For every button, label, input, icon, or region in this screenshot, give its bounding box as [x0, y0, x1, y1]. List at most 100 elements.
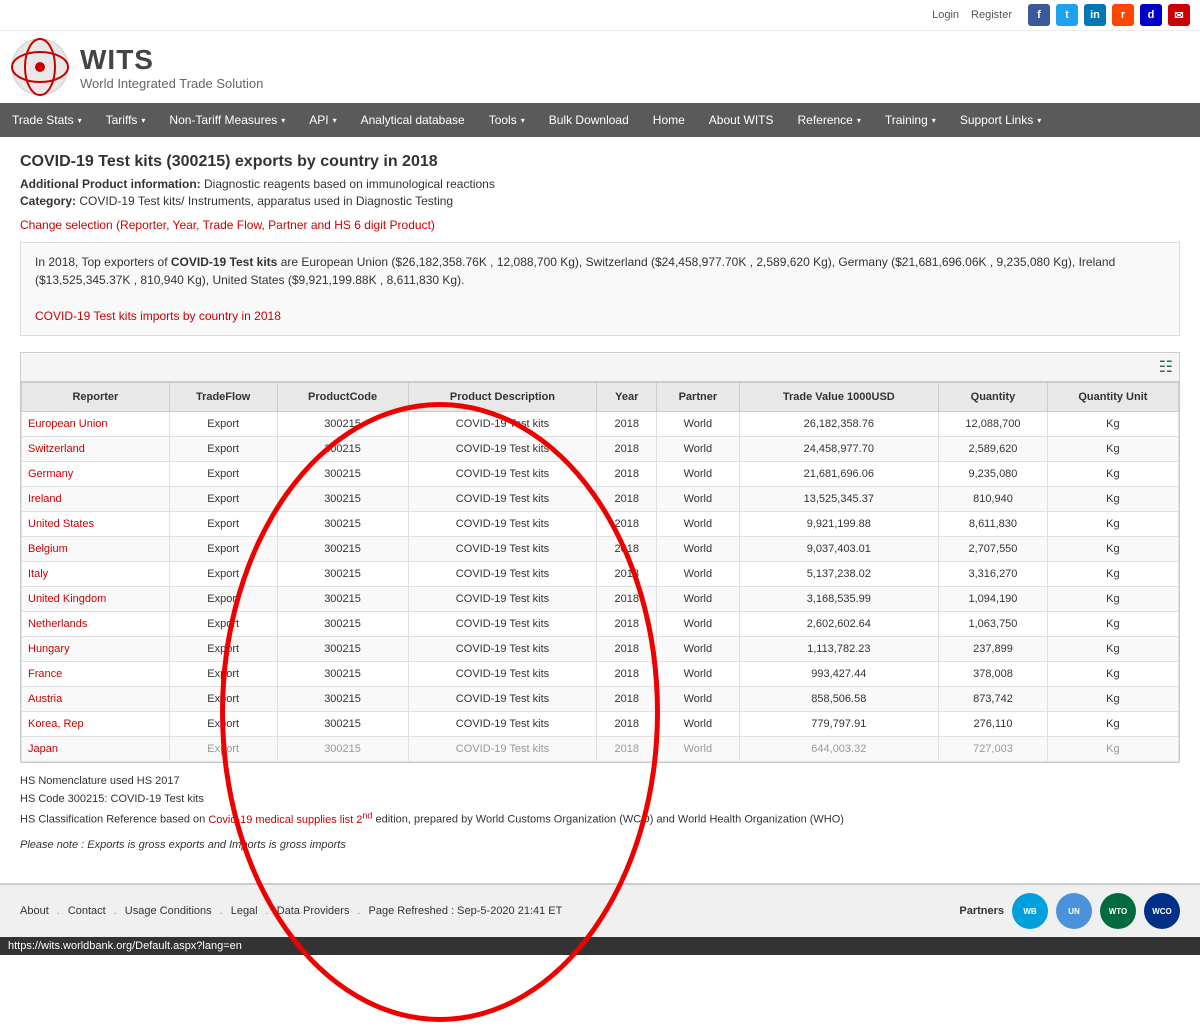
- nav-item-tariffs[interactable]: Tariffs▾: [94, 103, 158, 137]
- table-cell: 300215: [277, 412, 408, 437]
- reporter-link[interactable]: Netherlands: [28, 618, 87, 630]
- table-cell[interactable]: France: [22, 662, 170, 687]
- reddit-icon[interactable]: r: [1112, 4, 1134, 26]
- table-cell: Export: [169, 737, 277, 762]
- reporter-link[interactable]: United Kingdom: [28, 593, 106, 605]
- table-cell[interactable]: United States: [22, 512, 170, 537]
- reporter-link[interactable]: Ireland: [28, 493, 62, 505]
- login-link[interactable]: Login: [932, 9, 959, 21]
- table-cell: World: [657, 437, 739, 462]
- table-cell[interactable]: Japan: [22, 737, 170, 762]
- reporter-link[interactable]: France: [28, 668, 62, 680]
- imports-link[interactable]: COVID-19 Test kits imports by country in…: [35, 309, 281, 323]
- register-link[interactable]: Register: [971, 9, 1012, 21]
- footnote-line3: HS Classification Reference based on Cov…: [20, 808, 1180, 829]
- nav-item-analytical-database[interactable]: Analytical database: [349, 103, 477, 137]
- table-cell: World: [657, 487, 739, 512]
- table-cell: 2018: [597, 437, 657, 462]
- table-cell: 300215: [277, 562, 408, 587]
- change-selection-link[interactable]: Change selection (Reporter, Year, Trade …: [20, 218, 1180, 232]
- table-cell: 993,427.44: [739, 662, 939, 687]
- table-cell: 1,063,750: [939, 612, 1048, 637]
- table-cell[interactable]: Belgium: [22, 537, 170, 562]
- table-cell[interactable]: Netherlands: [22, 612, 170, 637]
- table-cell: Kg: [1047, 587, 1178, 612]
- table-cell: 858,506.58: [739, 687, 939, 712]
- nav-item-bulk-download[interactable]: Bulk Download: [537, 103, 641, 137]
- reporter-link[interactable]: United States: [28, 518, 94, 530]
- reporter-link[interactable]: Italy: [28, 568, 48, 580]
- table-cell[interactable]: Austria: [22, 687, 170, 712]
- nav-item-reference[interactable]: Reference▾: [785, 103, 872, 137]
- table-cell: COVID-19 Test kits: [408, 512, 597, 537]
- nav-item-training[interactable]: Training▾: [873, 103, 948, 137]
- table-cell: 237,899: [939, 637, 1048, 662]
- table-cell: Export: [169, 637, 277, 662]
- table-cell: 9,921,199.88: [739, 512, 939, 537]
- table-header-row: ReporterTradeFlowProductCodeProduct Desc…: [22, 383, 1179, 412]
- delicious-icon[interactable]: d: [1140, 4, 1162, 26]
- reporter-link[interactable]: Hungary: [28, 643, 70, 655]
- nav-item-non-tariff-measures[interactable]: Non-Tariff Measures▾: [157, 103, 297, 137]
- category-label: Category:: [20, 194, 76, 208]
- reporter-link[interactable]: Germany: [28, 468, 73, 480]
- nav-item-tools[interactable]: Tools▾: [477, 103, 537, 137]
- table-cell[interactable]: Germany: [22, 462, 170, 487]
- summary-text1: In 2018, Top exporters of: [35, 255, 171, 269]
- nav-item-about-wits[interactable]: About WITS: [697, 103, 786, 137]
- facebook-icon[interactable]: f: [1028, 4, 1050, 26]
- excel-export-icon[interactable]: ☷: [1159, 357, 1173, 377]
- table-cell: Export: [169, 712, 277, 737]
- footer-link-contact[interactable]: Contact: [68, 905, 106, 917]
- table-cell[interactable]: Italy: [22, 562, 170, 587]
- footer-link-about[interactable]: About: [20, 905, 49, 917]
- col-header-productcode: ProductCode: [277, 383, 408, 412]
- trade-data-table: ReporterTradeFlowProductCodeProduct Desc…: [21, 382, 1179, 762]
- table-cell: 2018: [597, 412, 657, 437]
- table-row: SwitzerlandExport300215COVID-19 Test kit…: [22, 437, 1179, 462]
- table-cell[interactable]: European Union: [22, 412, 170, 437]
- reporter-link[interactable]: Japan: [28, 743, 58, 755]
- footer-link-data-providers[interactable]: Data Providers: [277, 905, 350, 917]
- email-icon[interactable]: ✉: [1168, 4, 1190, 26]
- data-table-container: ☷ ReporterTradeFlowProductCodeProduct De…: [20, 352, 1180, 763]
- table-cell[interactable]: Korea, Rep: [22, 712, 170, 737]
- col-header-trade-value-1000usd: Trade Value 1000USD: [739, 383, 939, 412]
- col-header-year: Year: [597, 383, 657, 412]
- wits-logo[interactable]: [10, 37, 70, 97]
- linkedin-icon[interactable]: in: [1084, 4, 1106, 26]
- table-cell: World: [657, 662, 739, 687]
- footer-link-legal[interactable]: Legal: [231, 905, 258, 917]
- table-cell: 2,589,620: [939, 437, 1048, 462]
- footer-link-usage-conditions[interactable]: Usage Conditions: [125, 905, 212, 917]
- table-cell: 2018: [597, 462, 657, 487]
- nav-item-support-links[interactable]: Support Links▾: [948, 103, 1053, 137]
- nav-item-trade-stats[interactable]: Trade Stats▾: [0, 103, 94, 137]
- footnote-line3-prefix: HS Classification Reference based on: [20, 814, 208, 826]
- table-cell[interactable]: United Kingdom: [22, 587, 170, 612]
- table-cell: Export: [169, 537, 277, 562]
- reporter-link[interactable]: Korea, Rep: [28, 718, 84, 730]
- table-cell[interactable]: Ireland: [22, 487, 170, 512]
- table-cell: 26,182,358.76: [739, 412, 939, 437]
- page-title: COVID-19 Test kits (300215) exports by c…: [20, 153, 1180, 171]
- table-cell[interactable]: Switzerland: [22, 437, 170, 462]
- covid-supplies-link[interactable]: Covid-19 medical supplies list 2nd: [208, 814, 372, 826]
- table-cell: 300215: [277, 462, 408, 487]
- table-cell: 276,110: [939, 712, 1048, 737]
- main-content: COVID-19 Test kits (300215) exports by c…: [0, 137, 1200, 867]
- table-cell: 300215: [277, 662, 408, 687]
- reporter-link[interactable]: Austria: [28, 693, 62, 705]
- nav-item-home[interactable]: Home: [641, 103, 697, 137]
- nav-item-api[interactable]: API▾: [297, 103, 348, 137]
- table-cell: 300215: [277, 537, 408, 562]
- reporter-link[interactable]: Switzerland: [28, 443, 85, 455]
- table-cell: 727,003: [939, 737, 1048, 762]
- table-row: GermanyExport300215COVID-19 Test kits201…: [22, 462, 1179, 487]
- please-note: Please note : Exports is gross exports a…: [20, 839, 1180, 851]
- reporter-link[interactable]: Belgium: [28, 543, 68, 555]
- reporter-link[interactable]: European Union: [28, 418, 108, 430]
- twitter-icon[interactable]: t: [1056, 4, 1078, 26]
- table-cell: 5,137,238.02: [739, 562, 939, 587]
- table-cell[interactable]: Hungary: [22, 637, 170, 662]
